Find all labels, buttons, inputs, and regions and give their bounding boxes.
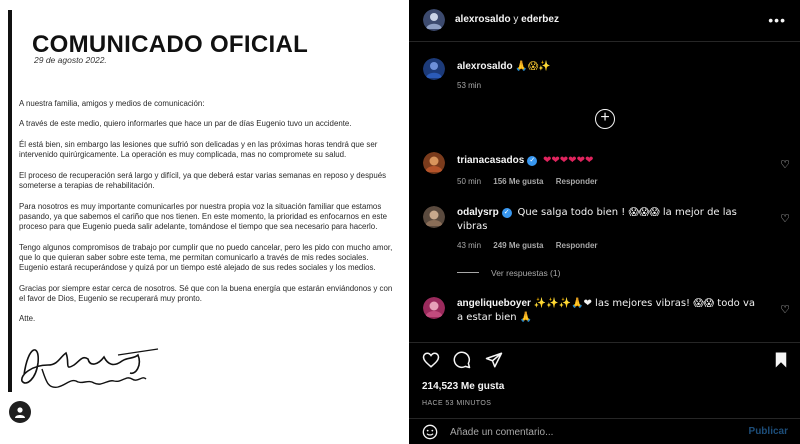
document-paragraph: Gracias por siempre estar cerca de nosot… [19, 283, 393, 303]
header-username-1[interactable]: alexrosaldo [455, 14, 511, 25]
comment-input[interactable] [450, 424, 710, 440]
heart-icon[interactable] [422, 351, 440, 369]
view-replies-label: Ver respuestas (1) [491, 268, 561, 278]
header-avatar[interactable] [423, 9, 445, 31]
document-date: 29 de agosto 2022. [34, 55, 107, 65]
tagged-user-icon[interactable] [9, 401, 31, 423]
caption-emojis: 🙏😱✨ [515, 61, 551, 72]
post-panel: alexrosaldo y ederbez ••• alexrosaldo 🙏😱… [409, 0, 800, 444]
reply-button[interactable]: Responder [556, 177, 598, 186]
document-paragraph: Él está bien, sin embargo las lesiones q… [19, 139, 378, 160]
comment-meta: 43 min 249 Me gusta Responder [457, 241, 598, 250]
document-paragraph: Para nosotros es muy importante comunica… [19, 201, 388, 232]
comment-meta: 50 min 156 Me gusta Responder [457, 177, 598, 186]
verified-icon: ✓ [527, 156, 538, 166]
comment-username[interactable]: trianacasados [457, 155, 524, 166]
post-timestamp: HACE 53 MINUTOS [422, 400, 492, 407]
comment-avatar[interactable] [423, 297, 445, 319]
replies-divider [457, 272, 479, 273]
document-paragraph: El proceso de recuperación será largo y … [19, 170, 387, 191]
like-comment-heart-icon[interactable]: ♡ [780, 212, 790, 225]
caption-avatar[interactable] [423, 58, 445, 80]
header-connector: y [513, 14, 519, 25]
load-more-comments-button[interactable]: + [595, 109, 615, 129]
comment-username[interactable]: odalysrp [457, 207, 499, 218]
caption-text: alexrosaldo 🙏😱✨ [457, 60, 757, 74]
action-bar [409, 342, 800, 372]
like-comment-heart-icon[interactable]: ♡ [780, 303, 790, 316]
caption-time: 53 min [457, 81, 482, 90]
comment-body: ❤❤❤❤❤❤ [543, 155, 594, 166]
document-paragraph: Tengo algunos compromisos de trabajo por… [19, 242, 393, 273]
post-header: alexrosaldo y ederbez ••• [409, 0, 800, 42]
likes-count[interactable]: 214,523 Me gusta [422, 381, 504, 392]
comment-avatar[interactable] [423, 206, 445, 228]
header-usernames: alexrosaldo y ederbez [455, 14, 559, 25]
comment-icon[interactable] [453, 351, 471, 369]
comment-avatar[interactable] [423, 152, 445, 174]
document-paragraph: Atte. [19, 314, 36, 324]
comment-username[interactable]: angeliqueboyer [457, 298, 531, 309]
view-replies-button[interactable]: Ver respuestas (1) [457, 268, 560, 278]
reply-button[interactable]: Responder [556, 241, 598, 250]
document-paragraph: A nuestra familia, amigos y medios de co… [19, 99, 205, 108]
document-paragraph: A través de este medio, quiero informarl… [19, 119, 352, 129]
signature-image [21, 348, 159, 388]
user-icon [15, 407, 25, 418]
share-icon[interactable] [485, 351, 503, 369]
comment-time: 43 min [457, 241, 482, 250]
comment-text: trianacasados ✓ ❤❤❤❤❤❤ [457, 154, 757, 168]
comment-likes[interactable]: 156 Me gusta [493, 177, 543, 186]
comment-time: 50 min [457, 177, 482, 186]
document-body: A nuestra familia, amigos y medios de co… [19, 99, 397, 335]
caption-username[interactable]: alexrosaldo [457, 61, 513, 72]
verified-icon: ✓ [501, 208, 512, 218]
comment-text: odalysrp ✓ Que salga todo bien ! 😱😱😱 la m… [457, 206, 757, 234]
comment-likes[interactable]: 249 Me gusta [493, 241, 543, 250]
document-left-bar [8, 10, 12, 392]
add-comment-bar: Publicar [409, 418, 800, 444]
post-comment-button[interactable]: Publicar [749, 426, 788, 437]
more-options-icon[interactable]: ••• [768, 12, 786, 28]
emoji-icon[interactable] [422, 424, 438, 440]
comment-text: angeliqueboyer ✨✨✨🙏❤ las mejores vibras!… [457, 297, 757, 325]
post-image[interactable]: COMUNICADO OFICIAL 29 de agosto 2022. A … [0, 0, 409, 444]
save-bookmark-icon[interactable] [772, 351, 790, 369]
header-username-2[interactable]: ederbez [521, 14, 559, 25]
like-comment-heart-icon[interactable]: ♡ [780, 158, 790, 171]
